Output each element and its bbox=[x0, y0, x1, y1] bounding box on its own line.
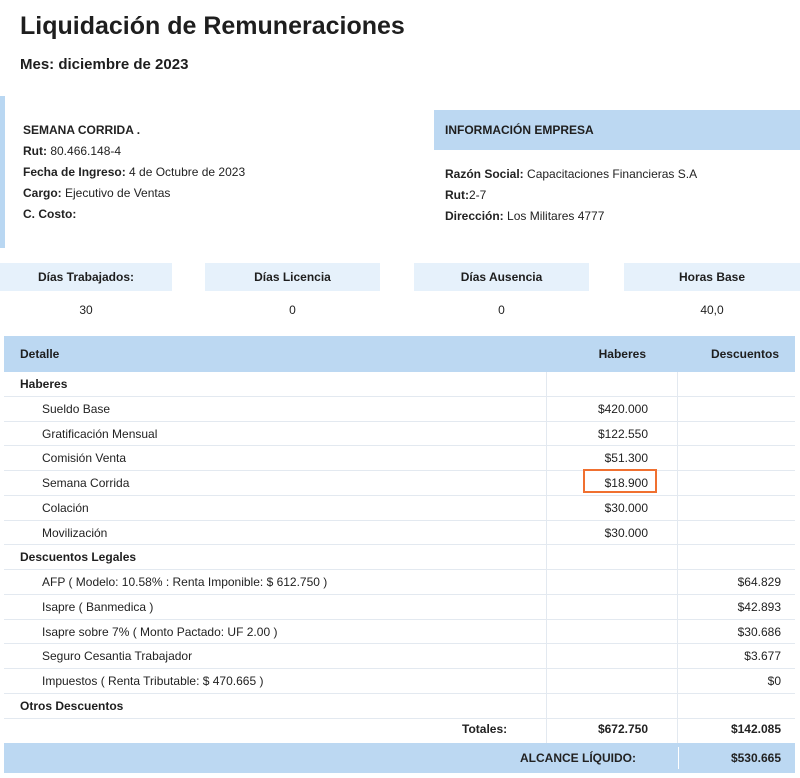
table-row: Isapre ( Banmedica ) $42.893 bbox=[4, 595, 795, 620]
rut-label: Rut: bbox=[23, 144, 47, 158]
cell-detalle: Impuestos ( Renta Tributable: $ 470.665 … bbox=[42, 674, 264, 688]
company-header: INFORMACIÓN EMPRESA bbox=[434, 110, 800, 150]
cell-detalle: Movilización bbox=[42, 525, 108, 540]
page-title: Liquidación de Remuneraciones bbox=[20, 12, 405, 40]
alcance-liquido-row: ALCANCE LÍQUIDO: $530.665 bbox=[4, 743, 795, 773]
table-row: Semana Corrida $18.900 bbox=[4, 471, 795, 496]
cell-descuentos: $3.677 bbox=[744, 649, 781, 664]
stat-value-dias-ausencia: 0 bbox=[498, 303, 505, 317]
cell-detalle: Sueldo Base bbox=[42, 401, 111, 416]
cell-descuentos: $42.893 bbox=[737, 599, 781, 614]
table-row: Comisión Venta $51.300 bbox=[4, 446, 795, 471]
section-row: Haberes bbox=[4, 372, 795, 397]
company-rut-value: 2-7 bbox=[469, 188, 487, 202]
razon-value: Capacitaciones Financieras S.A bbox=[523, 167, 698, 181]
table-row: Sueldo Base $420.000 bbox=[4, 397, 795, 422]
stat-label-dias-licencia: Días Licencia bbox=[205, 263, 380, 291]
cell-haberes: $122.550 bbox=[597, 426, 648, 441]
table-row: Colación $30.000 bbox=[4, 496, 795, 521]
cell-detalle: Colación bbox=[42, 500, 89, 515]
section-row: Descuentos Legales bbox=[4, 545, 795, 570]
cell-haberes: $51.300 bbox=[604, 451, 648, 466]
cell-descuentos: $64.829 bbox=[737, 575, 781, 589]
direccion-label: Dirección: bbox=[445, 209, 504, 223]
table-row: Impuestos ( Renta Tributable: $ 470.665 … bbox=[4, 669, 795, 694]
stat-value-horas-base: 40,0 bbox=[700, 303, 724, 317]
alcance-label: ALCANCE LÍQUIDO: bbox=[520, 751, 636, 765]
totals-descuentos: $142.085 bbox=[730, 722, 781, 736]
cell-haberes: $420.000 bbox=[597, 401, 648, 416]
month-subtitle: Mes: diciembre de 2023 bbox=[20, 56, 189, 73]
cell-descuentos: $0 bbox=[767, 674, 781, 688]
cargo-value: Ejecutivo de Ventas bbox=[61, 186, 171, 200]
employee-cargo: Cargo: Ejecutivo de Ventas bbox=[23, 186, 170, 200]
direccion-value: Los Militares 4777 bbox=[503, 209, 605, 223]
employee-ingreso: Fecha de Ingreso: 4 de Octubre de 2023 bbox=[23, 165, 245, 179]
cargo-label: Cargo: bbox=[23, 186, 62, 200]
alcance-divider bbox=[678, 747, 679, 769]
cell-detalle: Isapre sobre 7% ( Monto Pactado: UF 2.00… bbox=[42, 624, 278, 639]
cell-haberes: $30.000 bbox=[604, 500, 648, 515]
rut-value: 80.466.148-4 bbox=[47, 144, 122, 158]
table-row: AFP ( Modelo: 10.58% : Renta Imponible: … bbox=[4, 570, 795, 595]
table-row: Movilización $30.000 bbox=[4, 521, 795, 546]
cell-detalle: Seguro Cesantia Trabajador bbox=[42, 649, 193, 664]
ingreso-value: 4 de Octubre de 2023 bbox=[125, 165, 246, 179]
cell-descuentos: $30.686 bbox=[737, 624, 781, 639]
company-direccion: Dirección: Los Militares 4777 bbox=[445, 209, 604, 223]
employee-info: SEMANA CORRIDA . Rut: 80.466.148-4 Fecha… bbox=[0, 96, 426, 248]
costo-label: C. Costo: bbox=[23, 207, 77, 221]
employee-name: SEMANA CORRIDA . bbox=[23, 123, 141, 137]
cell-detalle: AFP ( Modelo: 10.58% : Renta Imponible: … bbox=[42, 575, 328, 589]
stat-label-horas-base: Horas Base bbox=[624, 263, 800, 291]
table-header: Detalle Haberes Descuentos bbox=[4, 336, 795, 372]
table-row: Gratificación Mensual $122.550 bbox=[4, 422, 795, 447]
company-razon: Razón Social: Capacitaciones Financieras… bbox=[445, 167, 697, 181]
employee-rut: Rut: 80.466.148-4 bbox=[23, 144, 121, 158]
stat-value-dias-licencia: 0 bbox=[289, 303, 296, 317]
header-detalle: Detalle bbox=[20, 347, 60, 361]
totals-haberes: $672.750 bbox=[597, 722, 648, 736]
stat-label-dias-ausencia: Días Ausencia bbox=[414, 263, 589, 291]
cell-detalle: Semana Corrida bbox=[42, 476, 130, 490]
totals-label: Totales: bbox=[462, 722, 508, 736]
cell-detalle: Haberes bbox=[20, 377, 68, 391]
highlight-box bbox=[583, 469, 657, 493]
cell-detalle: Comisión Venta bbox=[42, 451, 127, 466]
razon-label: Razón Social: bbox=[445, 167, 524, 181]
header-haberes: Haberes bbox=[598, 347, 646, 361]
stat-value-dias-trabajados: 30 bbox=[79, 303, 93, 317]
stat-label-dias-trabajados: Días Trabajados: bbox=[0, 263, 172, 291]
cell-detalle: Gratificación Mensual bbox=[42, 426, 158, 441]
cell-haberes: $30.000 bbox=[604, 525, 648, 540]
company-rut: Rut:2-7 bbox=[445, 188, 486, 202]
table-row: Isapre sobre 7% ( Monto Pactado: UF 2.00… bbox=[4, 620, 795, 645]
cell-detalle: Isapre ( Banmedica ) bbox=[42, 599, 154, 614]
ingreso-label: Fecha de Ingreso: bbox=[23, 165, 126, 179]
cell-detalle: Descuentos Legales bbox=[20, 550, 137, 565]
table-row: Seguro Cesantia Trabajador $3.677 bbox=[4, 644, 795, 669]
alcance-value: $530.665 bbox=[730, 751, 781, 765]
company-rut-label: Rut: bbox=[445, 188, 469, 202]
totals-row: Totales: $672.750 $142.085 bbox=[4, 715, 795, 743]
header-descuentos: Descuentos bbox=[710, 347, 779, 361]
